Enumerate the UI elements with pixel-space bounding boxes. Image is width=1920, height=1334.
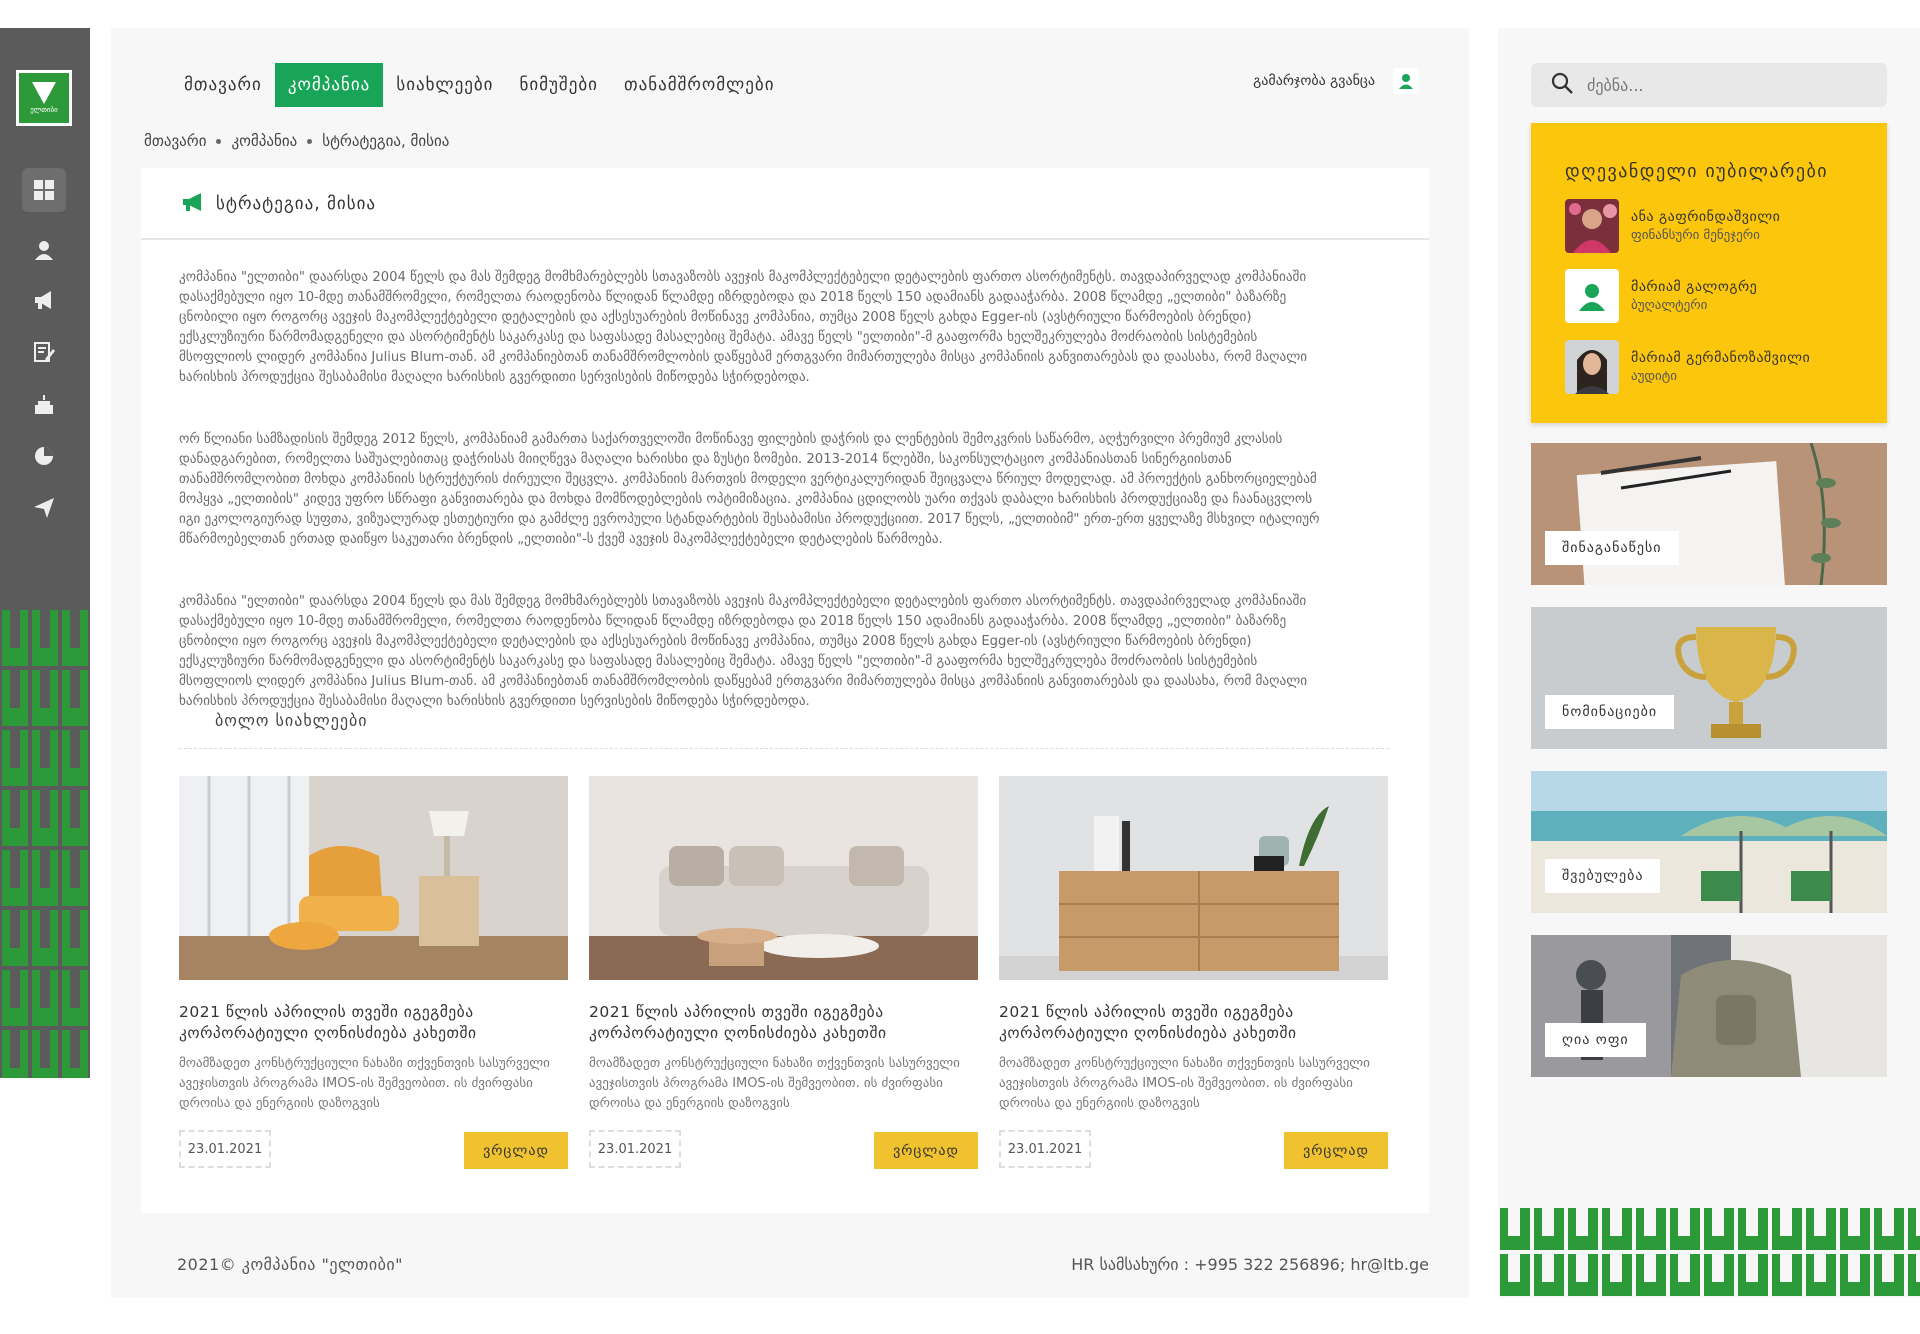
news-card-date: 23.01.2021: [589, 1130, 681, 1168]
person-name: ანა გაფრინდაშვილი: [1631, 209, 1781, 225]
read-more-button[interactable]: ვრცლად: [874, 1132, 978, 1169]
news-card: 2021 წლის აპრილის თვეში იგეგმება კორპორა…: [179, 776, 568, 1169]
left-rail: ელთიბი: [0, 28, 90, 1078]
user-icon[interactable]: [22, 228, 66, 272]
edit-document-icon[interactable]: [22, 330, 66, 374]
news-image-sofa[interactable]: [589, 776, 978, 980]
company-logo[interactable]: ელთიბი: [16, 70, 72, 126]
footer-contact: HR სამსახური : +995 322 256896; hr@ltb.g…: [1071, 1255, 1429, 1274]
tile-label: ნომინაციები: [1545, 695, 1675, 729]
user-greeting: გამარჯობა გვანცა: [1253, 73, 1375, 89]
megaphone-icon[interactable]: [22, 278, 66, 322]
avatar: [1565, 199, 1619, 253]
news-card: 2021 წლის აპრილის თვეში იგეგმება კორპორა…: [589, 776, 978, 1169]
page-title: სტრატეგია, მისია: [216, 194, 377, 214]
logo-text: ელთიბი: [30, 106, 58, 114]
birthday-person[interactable]: მარიამ გალოგრე ბუღალტერი: [1565, 269, 1757, 323]
avatar-placeholder-icon: [1565, 269, 1619, 323]
read-more-button[interactable]: ვრცლად: [1284, 1132, 1388, 1169]
nav-item-samples[interactable]: ნიმუშები: [506, 63, 610, 107]
user-avatar-icon[interactable]: [1393, 68, 1419, 94]
news-card-title[interactable]: 2021 წლის აპრილის თვეში იგეგმება კორპორა…: [999, 1002, 1388, 1044]
news-image-dresser[interactable]: [999, 776, 1388, 980]
latest-news-heading: ბოლო სიახლეები: [215, 711, 368, 730]
news-card-desc: მოამზადეთ კონსტრუქციული ნახაზი თქვენთვის…: [589, 1056, 960, 1111]
news-image-armchair[interactable]: [179, 776, 568, 980]
news-card-title[interactable]: 2021 წლის აპრილის თვეში იგეგმება კორპორა…: [589, 1002, 978, 1044]
right-sidebar: დღევანდელი იუბილარები ანა გაფრინდაშვილი …: [1498, 28, 1920, 1298]
send-icon[interactable]: [22, 486, 66, 530]
tile-open-office[interactable]: ღია ოფი: [1531, 935, 1887, 1077]
top-nav: მთავარი კომპანია სიახლეები ნიმუშები თანა…: [171, 63, 788, 107]
news-card-date: 23.01.2021: [179, 1130, 271, 1168]
nav-item-news[interactable]: სიახლეები: [383, 63, 506, 107]
news-card-desc: მოამზადეთ კონსტრუქციული ნახაზი თქვენთვის…: [179, 1056, 550, 1111]
person-name: მარიამ გერმანოზაშვილი: [1631, 350, 1811, 366]
breadcrumb-company[interactable]: კომპანია: [231, 132, 297, 150]
search-box: [1531, 63, 1887, 107]
tile-internal-rules[interactable]: შინაგანაწესი: [1531, 443, 1887, 585]
birthday-person[interactable]: ანა გაფრინდაშვილი ფინანსური მენეჯერი: [1565, 199, 1780, 253]
paragraph-2: ორ წლიანი სამზადისის შემდეგ 2012 წელს, კ…: [179, 432, 1320, 547]
decorative-pattern: [1498, 1206, 1920, 1298]
breadcrumb: მთავარი კომპანია სტრატეგია, მისია: [144, 132, 449, 150]
decorative-pattern: [0, 608, 90, 1078]
tile-label: შვებულება: [1545, 859, 1661, 893]
news-card-desc: მოამზადეთ კონსტრუქციული ნახაზი თქვენთვის…: [999, 1056, 1370, 1111]
news-card: 2021 წლის აპრილის თვეში იგეგმება კორპორა…: [999, 776, 1388, 1169]
birthday-person[interactable]: მარიამ გერმანოზაშვილი აუდიტი: [1565, 340, 1810, 394]
search-icon: [1551, 72, 1573, 98]
news-card-title[interactable]: 2021 წლის აპრილის თვეში იგეგმება კორპორა…: [179, 1002, 568, 1044]
content-card: სტრატეგია, მისია კომპანია "ელთიბი" დაარს…: [141, 168, 1429, 1213]
cake-icon[interactable]: [22, 382, 66, 426]
person-role: ფინანსური მენეჯერი: [1631, 228, 1760, 243]
news-card-date: 23.01.2021: [999, 1130, 1091, 1168]
paragraph-3: კომპანია "ელთიბი" დაარსდა 2004 წელს და მ…: [179, 594, 1308, 709]
search-input[interactable]: [1585, 74, 1865, 96]
user-area: გამარჯობა გვანცა: [1253, 68, 1419, 94]
dashboard-grid-icon[interactable]: [22, 168, 66, 212]
footer-copyright: 2021© კომპანია "ელთიბი": [177, 1255, 404, 1274]
content-header: სტრატეგია, მისია: [141, 168, 1429, 240]
breadcrumb-current: სტრატეგია, მისია: [322, 132, 450, 150]
nav-item-employees[interactable]: თანამშრომლები: [611, 63, 788, 107]
person-role: აუდიტი: [1631, 369, 1677, 384]
nav-item-company[interactable]: კომპანია: [274, 63, 384, 107]
tile-nominations[interactable]: ნომინაციები: [1531, 607, 1887, 749]
birthdays-panel: დღევანდელი იუბილარები ანა გაფრინდაშვილი …: [1531, 123, 1887, 423]
tile-vacation[interactable]: შვებულება: [1531, 771, 1887, 913]
tile-label: შინაგანაწესი: [1545, 531, 1679, 565]
paragraph-1: კომპანია "ელთიბი" დაარსდა 2004 წელს და მ…: [179, 270, 1308, 385]
pie-chart-icon[interactable]: [22, 434, 66, 478]
main-panel: მთავარი კომპანია სიახლეები ნიმუშები თანა…: [111, 28, 1469, 1298]
person-name: მარიამ გალოგრე: [1631, 279, 1758, 295]
birthdays-title: დღევანდელი იუბილარები: [1565, 161, 1829, 182]
read-more-button[interactable]: ვრცლად: [464, 1132, 568, 1169]
person-role: ბუღალტერი: [1631, 298, 1708, 313]
megaphone-icon: [181, 192, 205, 216]
avatar: [1565, 340, 1619, 394]
tile-label: ღია ოფი: [1545, 1023, 1646, 1057]
breadcrumb-home[interactable]: მთავარი: [144, 132, 206, 150]
nav-item-home[interactable]: მთავარი: [171, 63, 275, 107]
